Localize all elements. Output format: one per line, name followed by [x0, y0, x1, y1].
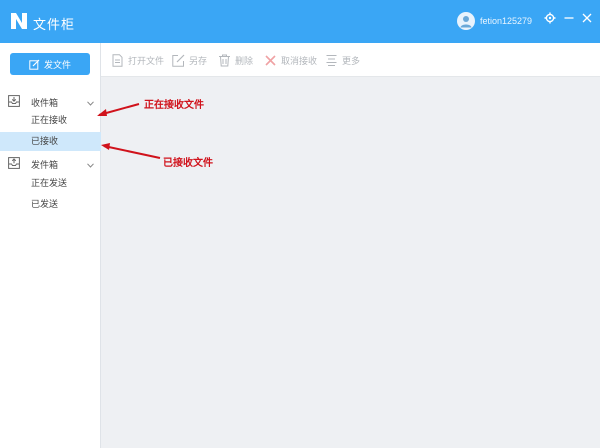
toolbar: 打开文件 另存 删除 取消接收 更多 [101, 43, 600, 77]
app-logo-icon [9, 11, 29, 31]
minimize-icon[interactable] [562, 11, 576, 25]
app-title: 文件柜 [33, 17, 76, 32]
open-file-button[interactable]: 打开文件 [111, 52, 164, 68]
delete-label: 删除 [235, 55, 254, 66]
close-icon[interactable] [580, 11, 594, 25]
save-as-label: 另存 [189, 55, 208, 66]
username: fetion125279 [480, 16, 533, 26]
avatar [457, 12, 475, 30]
annotation-receiving-files: 正在接收文件 [144, 100, 204, 111]
outbox-icon [8, 157, 20, 169]
file-icon [112, 53, 123, 67]
cancel-receive-label: 取消接收 [281, 55, 318, 66]
sidebar-group-outbox[interactable]: 发件箱 [0, 153, 101, 173]
chevron-down-icon [87, 160, 94, 168]
sidebar-item-sending[interactable]: 正在发送 [0, 174, 101, 193]
cancel-receive-button[interactable]: 取消接收 [264, 52, 317, 68]
send-file-label: 发文件 [43, 59, 71, 70]
cancel-x-icon [265, 54, 276, 66]
trash-icon [219, 54, 230, 66]
sidebar-group-label: 发件箱 [31, 160, 59, 170]
delete-button[interactable]: 删除 [218, 52, 253, 68]
sidebar-item-sent[interactable]: 已发送 [0, 195, 101, 214]
sidebar-group-inbox[interactable]: 收件箱 [0, 91, 101, 111]
save-as-button[interactable]: 另存 [172, 52, 207, 68]
open-file-label: 打开文件 [128, 55, 165, 66]
edit-icon [172, 54, 185, 67]
user-account[interactable]: fetion125279 [457, 11, 532, 31]
sidebar-item-received[interactable]: 已接收 [0, 132, 101, 151]
compose-icon [29, 59, 40, 70]
more-label: 更多 [342, 55, 361, 66]
list-icon [326, 54, 337, 66]
settings-gear-icon[interactable] [543, 11, 557, 25]
sidebar-item-receiving[interactable]: 正在接收 [0, 111, 101, 130]
inbox-icon [8, 95, 20, 107]
more-button[interactable]: 更多 [325, 52, 360, 68]
file-list-area [101, 78, 600, 448]
send-file-button[interactable]: 发文件 [10, 53, 90, 75]
annotation-received-files: 已接收文件 [163, 158, 213, 169]
sidebar: 发文件 收件箱 正在接收 已接收 发件箱 正在发送 已发送 [0, 43, 101, 448]
chevron-down-icon [87, 98, 94, 106]
sidebar-group-label: 收件箱 [31, 98, 59, 108]
title-bar: 文件柜 fetion125279 [0, 0, 600, 43]
